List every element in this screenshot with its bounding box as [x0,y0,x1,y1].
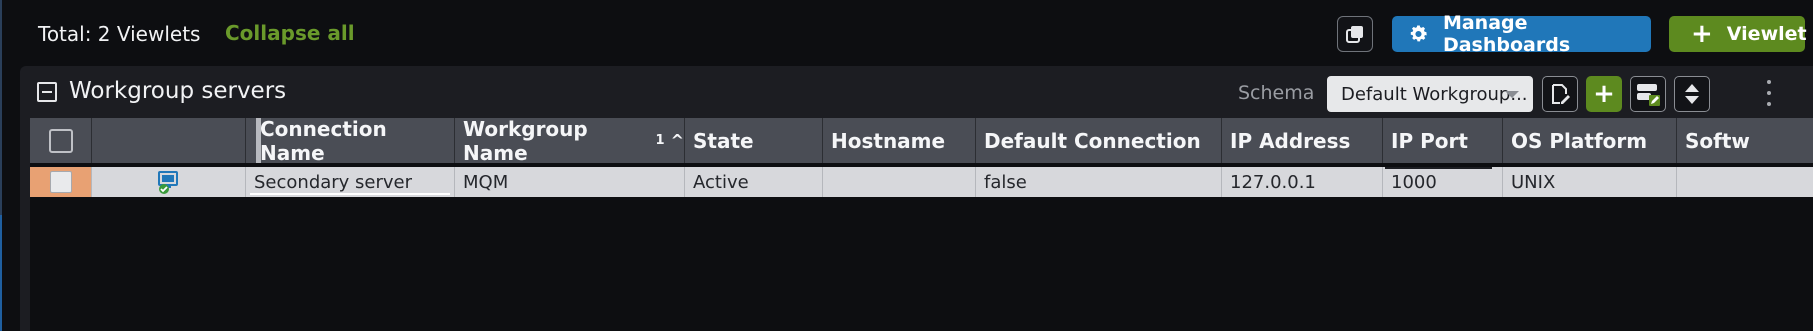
chevron-down-icon [1505,91,1519,98]
viewlet-title: Workgroup servers [69,78,287,104]
cell-workgroup-name: MQM [455,167,685,197]
cell-edit-indicator [1385,167,1492,169]
column-resize-handle[interactable] [256,118,261,163]
manage-dashboards-label: Manage Dashboards [1442,12,1571,56]
cell-default-connection: false [976,167,1222,197]
cell-connection-name: Secondary server [246,167,455,197]
expand-collapse-button[interactable] [1674,76,1710,112]
kebab-menu-icon[interactable] [1765,80,1773,106]
column-header-os-platform[interactable]: OS Platform [1503,118,1677,163]
expand-collapse-icon [1685,84,1699,104]
add-viewlet-button[interactable]: + Viewlet [1669,16,1807,52]
schema-label: Schema [1238,82,1315,104]
column-header-hostname[interactable]: Hostname [823,118,976,163]
workgroup-servers-viewlet: Workgroup servers Schema Default Workgro… [20,66,1813,331]
column-header-connection-name[interactable]: Connection Name [246,117,455,165]
cell-ip-address: 127.0.0.1 [1222,167,1383,197]
column-header-default-connection[interactable]: Default Connection [976,118,1222,163]
column-header-ip-port[interactable]: IP Port [1383,118,1503,163]
column-header-ip-address[interactable]: IP Address [1222,118,1383,163]
dashboard-toolbar: Total: 2 Viewlets Collapse all Manage Da… [0,0,1813,66]
column-header-software[interactable]: Softw [1677,118,1813,163]
schema-select-value: Default Workgroup... [1341,83,1528,105]
cell-focus-underline [250,193,450,195]
select-all-cell [30,118,92,163]
add-viewlet-label: Viewlet [1726,23,1807,45]
table-header: Connection Name Workgroup Name 1 ^ State… [30,117,1813,165]
total-viewlets-label: Total: 2 Viewlets [38,22,201,46]
column-header-state[interactable]: State [685,118,823,163]
icon-column-header [92,118,246,163]
column-header-workgroup-name[interactable]: Workgroup Name 1 ^ [455,117,685,165]
sort-index: 1 [655,133,665,148]
viewlet-header: Workgroup servers Schema Default Workgro… [20,66,1813,118]
window-edge-accent [0,215,2,331]
edit-schema-button[interactable] [1542,76,1578,112]
cell-hostname [823,167,976,197]
sort-ascending-icon: ^ [670,131,684,150]
select-all-checkbox[interactable] [48,128,73,153]
cell-os-platform: UNIX [1503,167,1677,197]
cell-ip-port: 1000 [1383,167,1503,197]
copy-button[interactable] [1337,16,1373,52]
row-select-cell [30,167,92,197]
server-edit-button[interactable] [1630,76,1666,112]
collapse-all-link[interactable]: Collapse all [225,21,355,45]
cell-software [1677,167,1813,197]
plus-icon: + [1593,79,1615,109]
edit-document-icon [1552,84,1570,104]
gear-icon [1410,25,1427,42]
server-connected-icon [157,171,178,194]
collapse-square-icon[interactable] [37,82,57,102]
add-row-button[interactable]: + [1586,76,1622,112]
schema-select[interactable]: Default Workgroup... [1327,76,1533,112]
manage-dashboards-button[interactable]: Manage Dashboards [1392,12,1651,56]
cell-state: Active [685,167,823,197]
table-row[interactable]: Secondary server MQM Active false 127.0.… [30,167,1813,197]
server-edit-icon [1637,84,1660,106]
row-checkbox[interactable] [49,171,72,193]
plus-icon: + [1691,19,1713,49]
row-status-cell [92,167,246,197]
copy-icon [1346,26,1363,43]
